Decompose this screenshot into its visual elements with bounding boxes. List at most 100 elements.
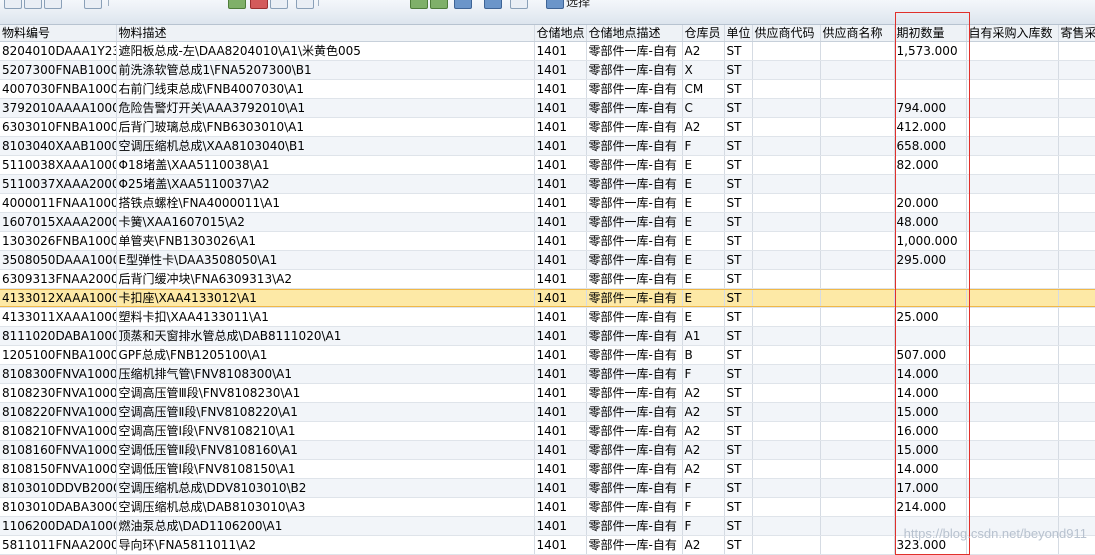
cell-opening-qty[interactable]: 82.000 [894,155,967,175]
table-row[interactable]: 3792010AAAA1000 危险告警灯开关\AAA3792010\A1 1401… [0,98,1095,118]
cell-opening-qty[interactable]: 412.000 [894,117,967,137]
cell-description[interactable]: 前洗涤软管总成1\FNA5207300\B1 [116,60,535,80]
cell-opening-qty[interactable] [894,288,967,308]
cell-opening-qty[interactable]: 214.000 [894,497,967,517]
cell-keeper[interactable]: E [682,212,725,232]
cell-opening-qty[interactable]: 15.000 [894,402,967,422]
cell-opening-qty[interactable] [894,269,967,289]
cell-purchase-receipt[interactable] [966,383,1059,403]
cell-purchase-receipt[interactable] [966,193,1059,213]
cell-unit[interactable]: ST [724,459,753,479]
cell-vendor-code[interactable] [752,136,821,156]
cell-storage-desc[interactable]: 零部件一库-自有 [586,269,683,289]
cell-consignment[interactable] [1058,440,1095,460]
cell-storage-desc[interactable]: 零部件一库-自有 [586,535,683,555]
cell-vendor-code[interactable] [752,516,821,536]
cell-vendor-code[interactable] [752,117,821,137]
cell-keeper[interactable]: F [682,516,725,536]
cell-material-no[interactable]: 1205100FNBA1000 [0,345,117,365]
cell-vendor-name[interactable] [820,79,895,99]
cell-description[interactable]: Φ25堵盖\XAA5110037\A2 [116,174,535,194]
cell-storage-location[interactable]: 1401 [534,478,587,498]
cell-unit[interactable]: ST [724,326,753,346]
cell-material-no[interactable]: 8103010DDVB2000 [0,478,117,498]
cell-storage-location[interactable]: 1401 [534,174,587,194]
cell-storage-desc[interactable]: 零部件一库-自有 [586,307,683,327]
cell-unit[interactable]: ST [724,402,753,422]
cell-vendor-name[interactable] [820,383,895,403]
cell-material-no[interactable]: 8108230FNVA1000 [0,383,117,403]
cell-purchase-receipt[interactable] [966,136,1059,156]
cell-keeper[interactable]: A2 [682,402,725,422]
table-row[interactable]: 8103010DABA3000 空调压缩机总成\DAB8103010\A3 1401… [0,497,1095,517]
cell-storage-location[interactable]: 1401 [534,497,587,517]
cell-storage-desc[interactable]: 零部件一库-自有 [586,364,683,384]
cell-material-no[interactable]: 4133011XAAA1000 [0,307,117,327]
cell-keeper[interactable]: E [682,174,725,194]
toolbar-button-3[interactable] [44,0,62,9]
cell-consignment[interactable] [1058,136,1095,156]
toolbar-button-4[interactable] [84,0,102,9]
cell-purchase-receipt[interactable] [966,231,1059,251]
cell-consignment[interactable] [1058,307,1095,327]
cell-storage-desc[interactable]: 零部件一库-自有 [586,60,683,80]
cell-consignment[interactable] [1058,383,1095,403]
toolbar-button-12[interactable] [484,0,502,9]
cell-description[interactable]: 燃油泵总成\DAD1106200\A1 [116,516,535,536]
cell-description[interactable]: Φ18堵盖\XAA5110038\A1 [116,155,535,175]
cell-consignment[interactable] [1058,478,1095,498]
cell-storage-location[interactable]: 1401 [534,41,587,61]
cell-description[interactable]: 危险告警灯开关\AAA3792010\A1 [116,98,535,118]
table-row[interactable]: 8108300FNVA1000 压缩机排气管\FNV8108300\A1 1401 零… [0,364,1095,384]
cell-purchase-receipt[interactable] [966,440,1059,460]
cell-unit[interactable]: ST [724,421,753,441]
cell-purchase-receipt[interactable] [966,174,1059,194]
cell-vendor-code[interactable] [752,288,821,308]
cell-vendor-name[interactable] [820,98,895,118]
cell-material-no[interactable]: 8108210FNVA1000 [0,421,117,441]
cell-keeper[interactable]: A2 [682,459,725,479]
table-row[interactable]: 5110037XAAA2000 Φ25堵盖\XAA5110037\A2 1401 零部… [0,174,1095,194]
cell-purchase-receipt[interactable] [966,288,1059,308]
cell-consignment[interactable] [1058,497,1095,517]
cell-storage-location[interactable]: 1401 [534,326,587,346]
cell-consignment[interactable] [1058,364,1095,384]
cell-opening-qty[interactable] [894,60,967,80]
table-row[interactable]: 8103010DDVB2000 空调压缩机总成\DDV8103010\B2 1401… [0,478,1095,498]
cell-consignment[interactable] [1058,326,1095,346]
cell-keeper[interactable]: C [682,98,725,118]
cell-description[interactable]: 卡扣座\XAA4133012\A1 [116,288,535,308]
cell-keeper[interactable]: F [682,136,725,156]
cell-unit[interactable]: ST [724,79,753,99]
cell-opening-qty[interactable]: 14.000 [894,364,967,384]
table-row[interactable]: 3508050DAAA1000 E型弹性卡\DAA3508050\A1 1401 零部… [0,250,1095,270]
cell-vendor-code[interactable] [752,231,821,251]
cell-purchase-receipt[interactable] [966,421,1059,441]
cell-storage-location[interactable]: 1401 [534,79,587,99]
cell-storage-desc[interactable]: 零部件一库-自有 [586,174,683,194]
cell-storage-desc[interactable]: 零部件一库-自有 [586,79,683,99]
toolbar-select-label[interactable]: 选择 [566,0,590,10]
cell-vendor-code[interactable] [752,478,821,498]
cell-storage-desc[interactable]: 零部件一库-自有 [586,250,683,270]
cell-vendor-name[interactable] [820,117,895,137]
cell-unit[interactable]: ST [724,497,753,517]
cell-unit[interactable]: ST [724,250,753,270]
cell-consignment[interactable] [1058,269,1095,289]
cell-storage-desc[interactable]: 零部件一库-自有 [586,345,683,365]
cell-vendor-code[interactable] [752,155,821,175]
cell-description[interactable]: 空调低压管Ⅱ段\FNV8108160\A1 [116,440,535,460]
cell-vendor-name[interactable] [820,136,895,156]
cell-description[interactable]: 空调压缩机总成\DDV8103010\B2 [116,478,535,498]
table-row[interactable]: 8108210FNVA1000 空调高压管Ⅰ段\FNV8108210\A1 1401… [0,421,1095,441]
cell-vendor-name[interactable] [820,231,895,251]
cell-purchase-receipt[interactable] [966,212,1059,232]
cell-opening-qty[interactable]: 794.000 [894,98,967,118]
table-row[interactable]: 4133012XAAA1000 卡扣座\XAA4133012\A1 1401 零部件一… [0,288,1095,308]
cell-vendor-name[interactable] [820,250,895,270]
cell-vendor-code[interactable] [752,345,821,365]
cell-material-no[interactable]: 8111020DABA1000 [0,326,117,346]
cell-vendor-name[interactable] [820,212,895,232]
cell-storage-location[interactable]: 1401 [534,231,587,251]
column-header-storage-location[interactable]: 仓储地点 [534,25,587,42]
